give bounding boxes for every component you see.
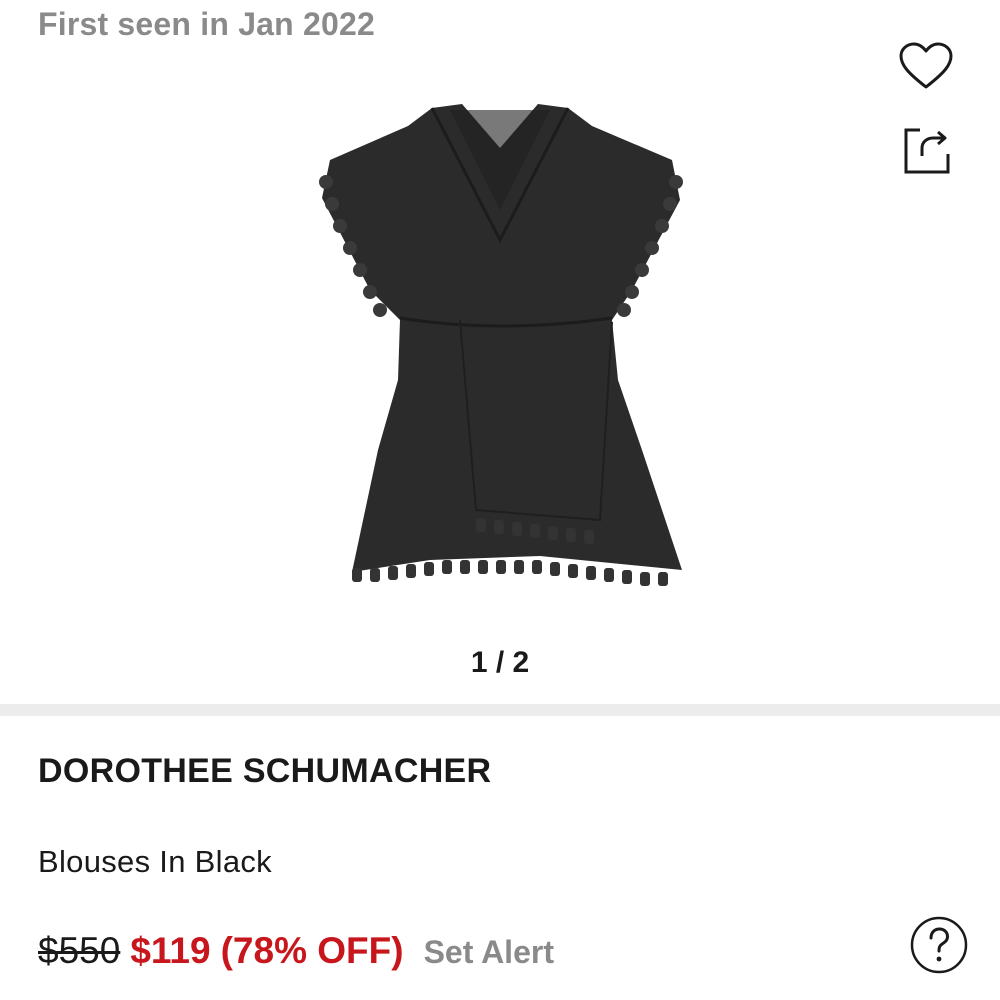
section-divider bbox=[0, 704, 1000, 716]
question-icon bbox=[910, 916, 968, 974]
brand-name[interactable]: DOROTHEE SCHUMACHER bbox=[38, 752, 491, 791]
product-title: Blouses In Black bbox=[38, 844, 272, 879]
discount-badge: (78% OFF) bbox=[220, 930, 404, 971]
first-seen-label: First seen in Jan 2022 bbox=[38, 6, 376, 42]
blouse-illustration bbox=[319, 104, 683, 586]
set-alert-button[interactable]: Set Alert bbox=[424, 934, 554, 971]
original-price: $550 bbox=[38, 930, 121, 971]
help-button[interactable] bbox=[908, 914, 970, 976]
sale-price: $119 bbox=[130, 930, 211, 971]
product-image[interactable] bbox=[300, 90, 700, 610]
image-counter: 1 / 2 bbox=[470, 646, 530, 679]
share-icon bbox=[904, 128, 950, 174]
heart-icon bbox=[899, 42, 953, 89]
share-button[interactable] bbox=[896, 120, 956, 180]
price-row: $550 $119 (78% OFF) Set Alert bbox=[38, 930, 554, 972]
favorite-button[interactable] bbox=[896, 36, 956, 96]
